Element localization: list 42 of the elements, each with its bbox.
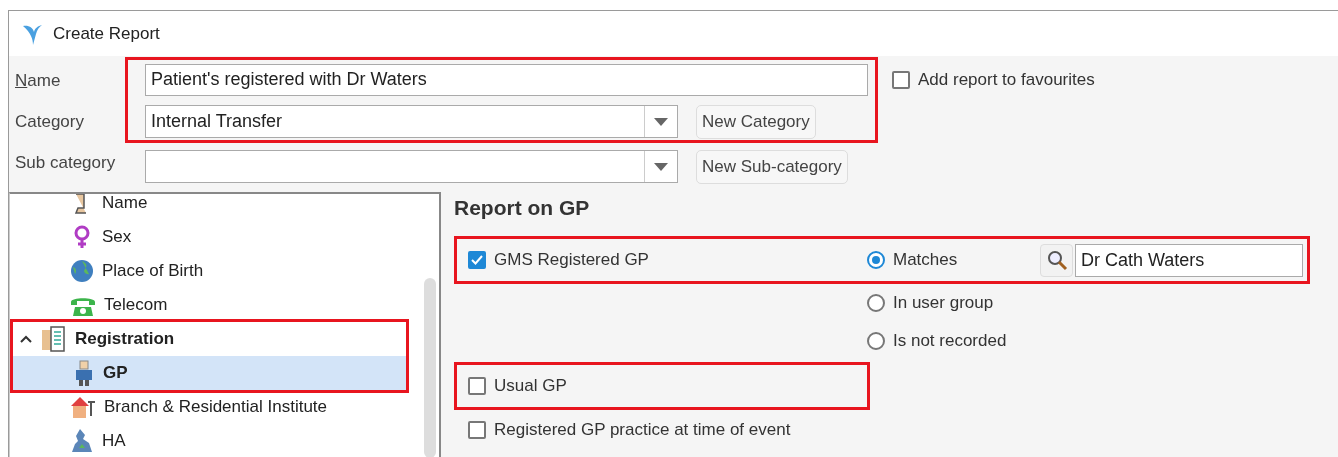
person-icon xyxy=(73,360,95,386)
tree-item[interactable]: Telecom xyxy=(10,288,424,322)
checkbox[interactable] xyxy=(892,71,910,89)
checkbox[interactable] xyxy=(468,421,486,439)
search-field[interactable]: Dr Cath Waters xyxy=(1075,243,1303,277)
radio-button[interactable] xyxy=(867,294,885,312)
category-dropdown[interactable]: Internal Transfer xyxy=(145,105,678,138)
sub-category-dropdown[interactable] xyxy=(145,150,678,183)
radio-label: Is not recorded xyxy=(893,331,1007,351)
house-icon xyxy=(70,394,96,420)
new-category-button[interactable]: New Category xyxy=(696,104,816,139)
radio-label: In user group xyxy=(893,293,994,313)
tree-item[interactable]: Registration xyxy=(13,322,406,356)
field-label: Category xyxy=(15,110,85,133)
folder-document-icon xyxy=(41,326,67,352)
globe-icon xyxy=(70,259,94,283)
search-icon xyxy=(1045,249,1068,271)
field-label: Name xyxy=(15,69,62,92)
new-sub-category-button[interactable]: New Sub-category xyxy=(696,149,848,184)
checkbox-label: GMS Registered GP xyxy=(494,250,649,270)
tree-item[interactable]: Branch & Residential Institute xyxy=(10,390,424,424)
collapse-caret-icon[interactable] xyxy=(19,334,33,344)
checkbox-label: Registered GP practice at time of event xyxy=(494,420,791,440)
panel-title: Report on GP xyxy=(454,196,591,221)
radio-button[interactable] xyxy=(867,332,885,350)
tree-item[interactable]: HA xyxy=(10,424,424,457)
tree-item[interactable]: Sex xyxy=(10,220,424,254)
tree-item[interactable]: Name xyxy=(10,194,424,220)
tree-item[interactable]: Place of Birth xyxy=(10,254,424,288)
checkbox[interactable] xyxy=(468,251,486,269)
map-icon xyxy=(70,428,94,454)
radio-label: Matches xyxy=(893,250,958,270)
tree-item[interactable]: GP xyxy=(13,356,406,390)
checkbox-label: Add report to favourites xyxy=(918,70,1095,90)
window-title: Create Report xyxy=(53,23,160,44)
checkbox-label: Usual GP xyxy=(494,376,567,396)
field-label: Sub category xyxy=(15,151,117,174)
scrollbar[interactable] xyxy=(424,278,436,457)
search-button[interactable] xyxy=(1040,243,1073,277)
checkbox[interactable] xyxy=(468,377,486,395)
name-field[interactable]: Patient's registered with Dr Waters xyxy=(145,63,868,96)
radio-button[interactable] xyxy=(867,251,885,269)
